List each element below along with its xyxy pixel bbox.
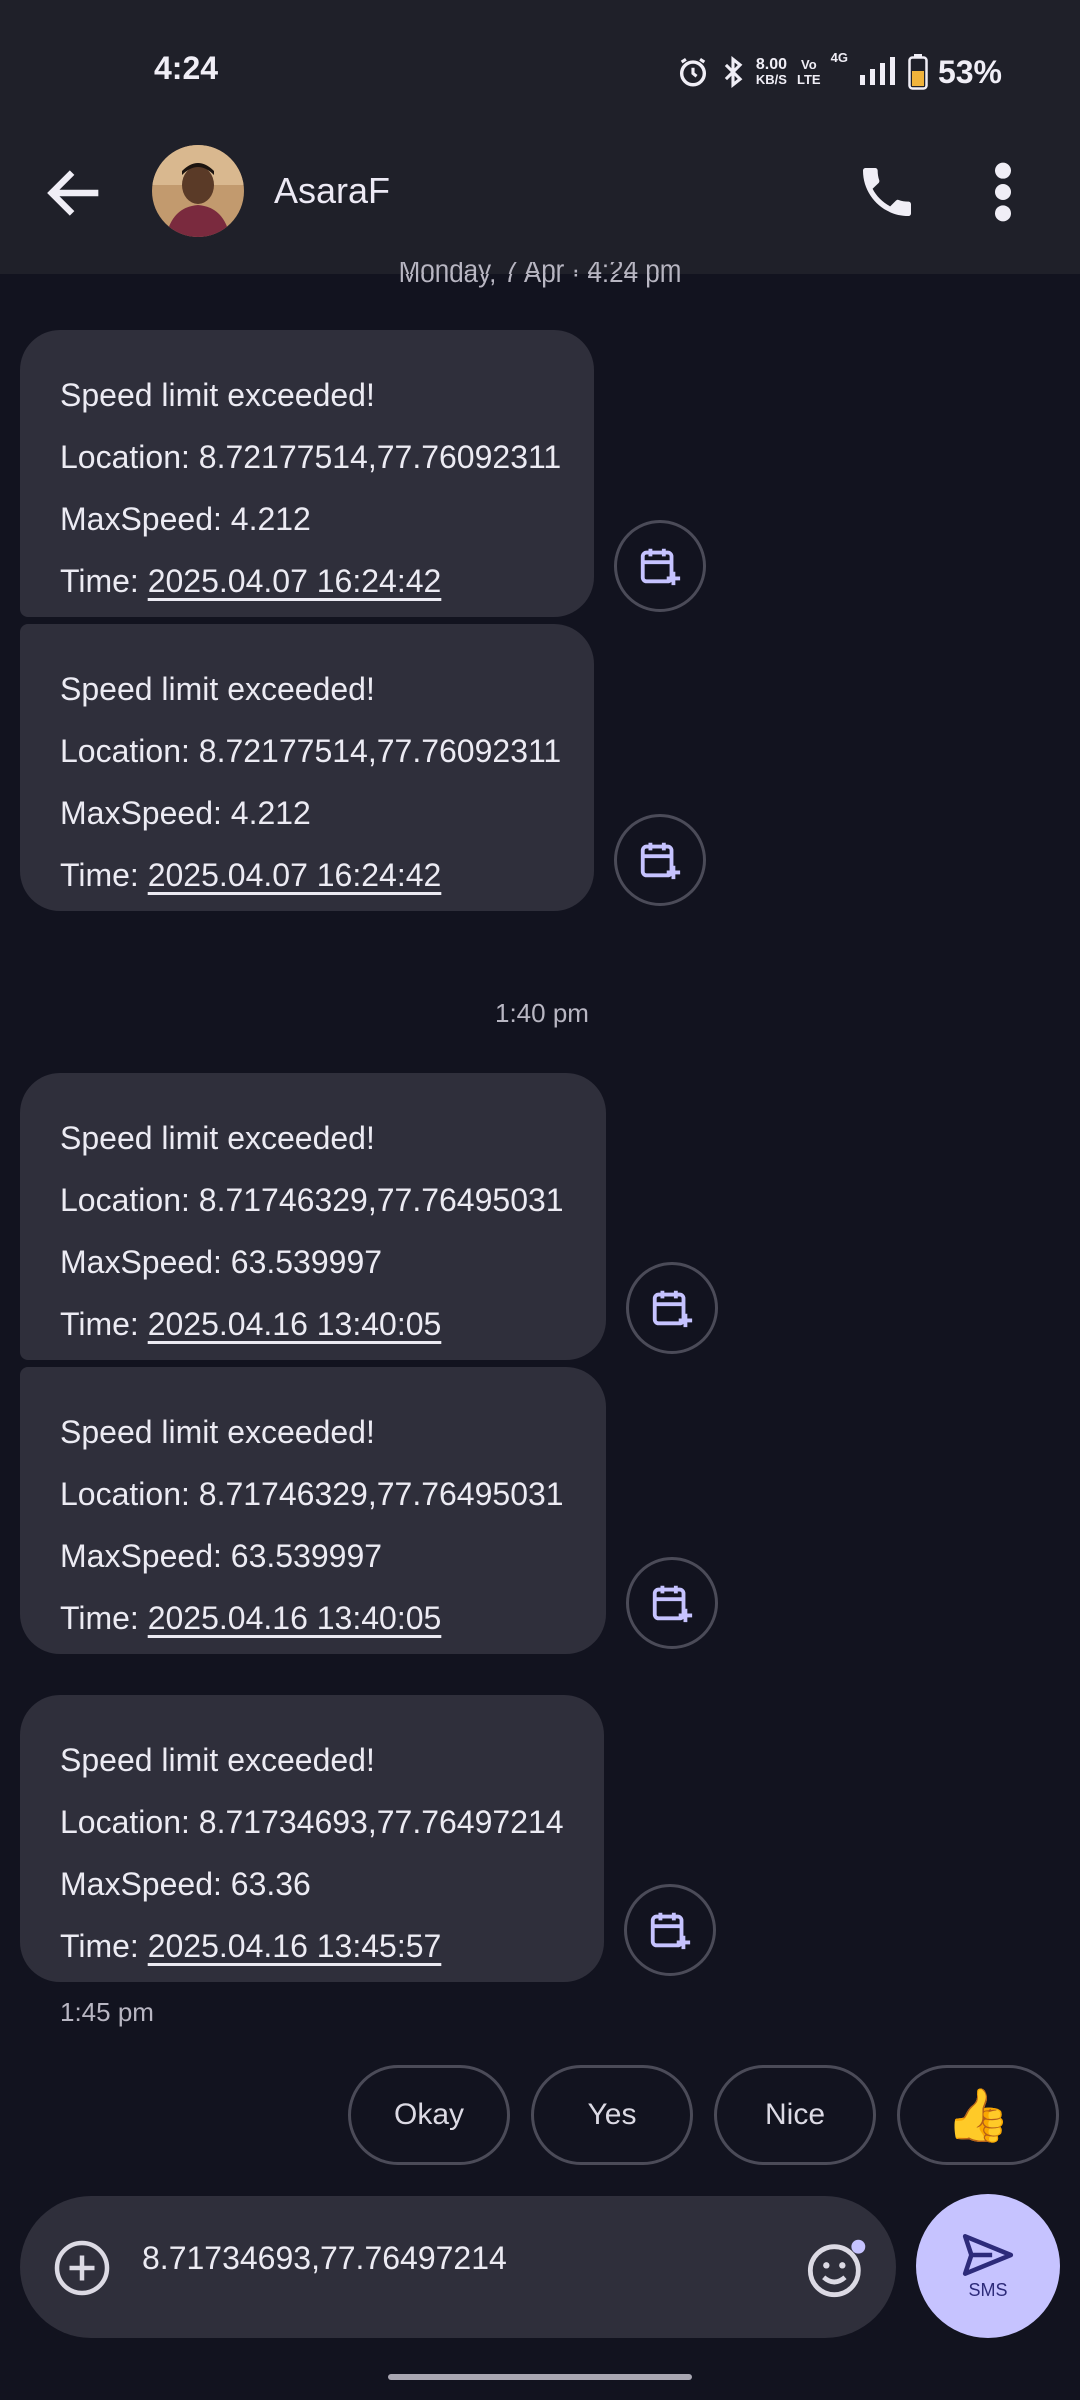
date-header-peek: Monday, 7 Apr · 4:24 pm	[0, 262, 1080, 274]
contact-avatar[interactable]	[152, 145, 244, 237]
message-location: Location: 8.71746329,77.76495031	[60, 1476, 564, 1512]
calendar-add-icon	[652, 1585, 693, 1623]
message-speed: MaxSpeed: 63.539997	[60, 1244, 383, 1280]
time-link[interactable]: 2025.04.16 13:40:05	[148, 1600, 442, 1636]
phone-icon[interactable]	[855, 160, 919, 224]
calendar-add-icon	[650, 1912, 691, 1950]
time-separator: 1:40 pm	[495, 998, 589, 1028]
send-icon	[962, 2233, 1014, 2276]
calendar-add-icon	[640, 548, 681, 586]
volte-indicator: Vo LTE	[797, 57, 821, 87]
time-link[interactable]: 2025.04.07 16:24:42	[148, 563, 442, 599]
smart-reply-nice[interactable]: Nice	[714, 2065, 876, 2165]
message-title: Speed limit exceeded!	[60, 1414, 375, 1450]
message-bubble[interactable]: Speed limit exceeded! Location: 8.717463…	[20, 1367, 606, 1654]
message-time: Time: 2025.04.16 13:40:05	[60, 1600, 442, 1636]
message-title: Speed limit exceeded!	[60, 671, 375, 707]
message-time: Time: 2025.04.07 16:24:42	[60, 857, 442, 893]
add-to-calendar-button[interactable]	[624, 1884, 716, 1976]
message-location: Location: 8.72177514,77.76092311	[60, 439, 562, 475]
message-time: Time: 2025.04.07 16:24:42	[60, 563, 442, 599]
message-input[interactable]: 8.71734693,77.76497214	[142, 2240, 507, 2277]
home-indicator[interactable]	[388, 2374, 692, 2380]
more-vertical-icon[interactable]	[985, 160, 1021, 224]
smart-reply-yes[interactable]: Yes	[531, 2065, 693, 2165]
status-icons: 8.00 KB/S Vo LTE 4G 53%	[676, 50, 1002, 94]
signal-icon	[859, 57, 895, 85]
emoji-icon[interactable]	[805, 2236, 869, 2300]
message-speed: MaxSpeed: 63.36	[60, 1866, 311, 1902]
net-speed: 8.00 KB/S	[755, 56, 788, 88]
message-title: Speed limit exceeded!	[60, 1742, 375, 1778]
message-location: Location: 8.71734693,77.76497214	[60, 1804, 564, 1840]
message-bubble[interactable]: Speed limit exceeded! Location: 8.721775…	[20, 330, 594, 617]
smart-reply-thumbs-up[interactable]: 👍	[897, 2065, 1059, 2165]
status-bar: 4:24 8.00 KB/S Vo LTE 4G 53%	[0, 0, 1080, 140]
smart-reply-okay[interactable]: Okay	[348, 2065, 510, 2165]
message-bubble[interactable]: Speed limit exceeded! Location: 8.717463…	[20, 1073, 606, 1360]
add-to-calendar-button[interactable]	[626, 1262, 718, 1354]
bluetooth-icon	[724, 56, 743, 88]
add-to-calendar-button[interactable]	[614, 814, 706, 906]
status-time: 4:24	[154, 50, 219, 86]
message-time: Time: 2025.04.16 13:40:05	[60, 1306, 442, 1342]
message-location: Location: 8.71746329,77.76495031	[60, 1182, 564, 1218]
message-speed: MaxSpeed: 63.539997	[60, 1538, 383, 1574]
message-title: Speed limit exceeded!	[60, 377, 375, 413]
date-header-text: Monday, 7 Apr · 4:24 pm	[0, 262, 1080, 274]
plus-circle-icon[interactable]	[52, 2238, 112, 2298]
calendar-add-icon	[652, 1290, 693, 1328]
network-type: 4G	[830, 50, 848, 65]
message-speed: MaxSpeed: 4.212	[60, 795, 311, 831]
send-button[interactable]: SMS	[916, 2194, 1060, 2338]
contact-name-label[interactable]: AsaraF	[274, 170, 390, 212]
add-to-calendar-button[interactable]	[626, 1557, 718, 1649]
battery-percent: 53%	[937, 53, 1002, 90]
time-link[interactable]: 2025.04.16 13:45:57	[148, 1928, 442, 1964]
message-title: Speed limit exceeded!	[60, 1120, 375, 1156]
back-arrow-icon[interactable]	[40, 158, 110, 228]
message-speed: MaxSpeed: 4.212	[60, 501, 311, 537]
battery-icon	[908, 54, 928, 90]
alarm-icon	[679, 57, 706, 87]
message-location: Location: 8.72177514,77.76092311	[60, 733, 562, 769]
message-timestamp: 1:45 pm	[60, 1997, 154, 2027]
message-time: Time: 2025.04.16 13:45:57	[60, 1928, 442, 1964]
calendar-add-icon	[640, 842, 681, 880]
send-label: SMS	[968, 2279, 1008, 2300]
time-link[interactable]: 2025.04.16 13:40:05	[148, 1306, 442, 1342]
message-bubble[interactable]: Speed limit exceeded! Location: 8.721775…	[20, 624, 594, 911]
add-to-calendar-button[interactable]	[614, 520, 706, 612]
message-bubble[interactable]: Speed limit exceeded! Location: 8.717346…	[20, 1695, 604, 1982]
time-link[interactable]: 2025.04.07 16:24:42	[148, 857, 442, 893]
